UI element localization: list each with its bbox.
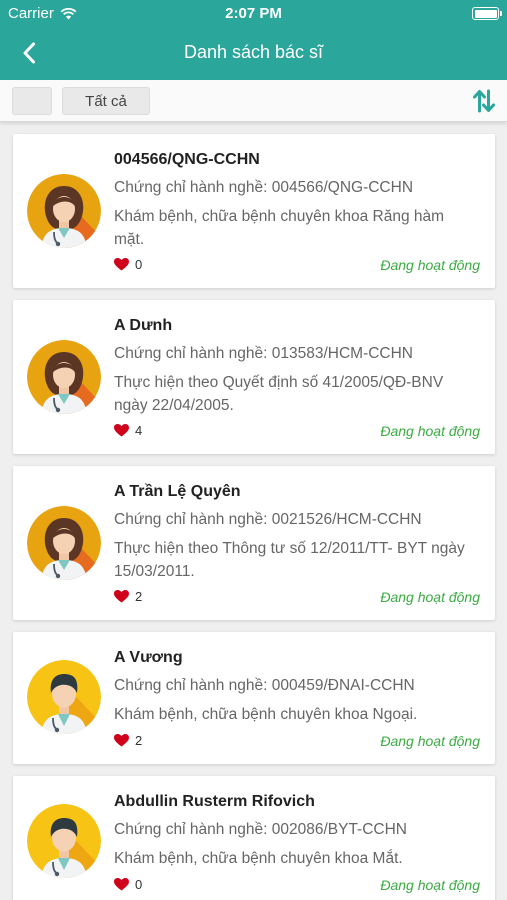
doctor-card[interactable]: A Vương Chứng chỉ hành nghề: 000459/ĐNAI…	[13, 632, 495, 764]
doctor-description: Khám bệnh, chữa bệnh chuyên khoa Ngoại.	[114, 706, 418, 723]
doctor-name: A Trần Lệ Quyên	[114, 483, 241, 500]
female-doctor-icon	[27, 174, 101, 248]
doctor-description: Thực hiện theo Thông tư số 12/2011/TT- B…	[114, 540, 465, 580]
filter-bar: Tất cả	[0, 80, 507, 122]
filter-chip-all[interactable]: Tất cả	[62, 87, 150, 115]
doctor-card[interactable]: A Dưnh Chứng chỉ hành nghề: 013583/HCM-C…	[13, 300, 495, 454]
doctor-list[interactable]: 004566/QNG-CCHN Chứng chỉ hành nghề: 004…	[0, 122, 507, 900]
doctor-name: A Vương	[114, 649, 183, 666]
like-count: 2	[114, 589, 142, 604]
heart-icon	[114, 424, 129, 437]
male-doctor-icon	[27, 660, 101, 734]
like-count-value: 2	[135, 589, 143, 604]
clock: 2:07 PM	[225, 5, 282, 22]
page-title: Danh sách bác sĩ	[183, 42, 324, 62]
heart-icon	[114, 258, 129, 271]
status-badge: Đang hoạt động	[380, 877, 480, 893]
doctor-name: Abdullin Rusterm Rifovich	[114, 793, 315, 810]
navigation-bar: Danh sách bác sĩ	[0, 28, 507, 80]
status-badge: Đang hoạt động	[380, 733, 480, 749]
like-count: 4	[114, 423, 142, 438]
heart-icon	[114, 878, 129, 891]
doctor-description: Khám bệnh, chữa bệnh chuyên khoa Mắt.	[114, 850, 403, 867]
like-count-value: 0	[135, 877, 143, 892]
certificate-number: Chứng chỉ hành nghề: 0021526/HCM-CCHN	[114, 511, 422, 528]
female-doctor-icon	[27, 340, 101, 414]
certificate-number: Chứng chỉ hành nghề: 002086/BYT-CCHN	[114, 821, 407, 838]
female-doctor-icon	[27, 506, 101, 580]
battery-icon	[472, 7, 502, 20]
doctor-card[interactable]: 004566/QNG-CCHN Chứng chỉ hành nghề: 004…	[13, 134, 495, 288]
heart-icon	[114, 734, 129, 747]
like-count-value: 0	[135, 257, 143, 272]
doctor-description: Thực hiện theo Quyết định số 41/2005/QĐ-…	[114, 374, 444, 414]
filter-chip-empty[interactable]	[12, 87, 52, 115]
sort-button[interactable]	[471, 88, 497, 114]
doctor-card[interactable]: Abdullin Rusterm Rifovich Chứng chỉ hành…	[13, 776, 495, 900]
like-count: 0	[114, 257, 142, 272]
male-doctor-icon	[27, 804, 101, 878]
status-badge: Đang hoạt động	[380, 423, 480, 439]
status-bar: Carrier 2:07 PM	[0, 0, 507, 28]
certificate-number: Chứng chỉ hành nghề: 000459/ĐNAI-CCHN	[114, 677, 415, 694]
heart-icon	[114, 590, 129, 603]
doctor-name: A Dưnh	[114, 317, 173, 334]
certificate-number: Chứng chỉ hành nghề: 013583/HCM-CCHN	[114, 345, 414, 362]
status-badge: Đang hoạt động	[380, 257, 480, 273]
doctor-name: 004566/QNG-CCHN	[114, 151, 260, 168]
like-count: 2	[114, 733, 142, 748]
doctor-card[interactable]: A Trần Lệ Quyên Chứng chỉ hành nghề: 002…	[13, 466, 495, 620]
doctor-description: Khám bệnh, chữa bệnh chuyên khoa Răng hà…	[114, 208, 445, 248]
certificate-number: Chứng chỉ hành nghề: 004566/QNG-CCHN	[114, 179, 414, 196]
sort-icon	[473, 89, 495, 113]
like-count: 0	[114, 877, 142, 892]
status-badge: Đang hoạt động	[380, 589, 480, 605]
like-count-value: 2	[135, 733, 143, 748]
like-count-value: 4	[135, 423, 143, 438]
